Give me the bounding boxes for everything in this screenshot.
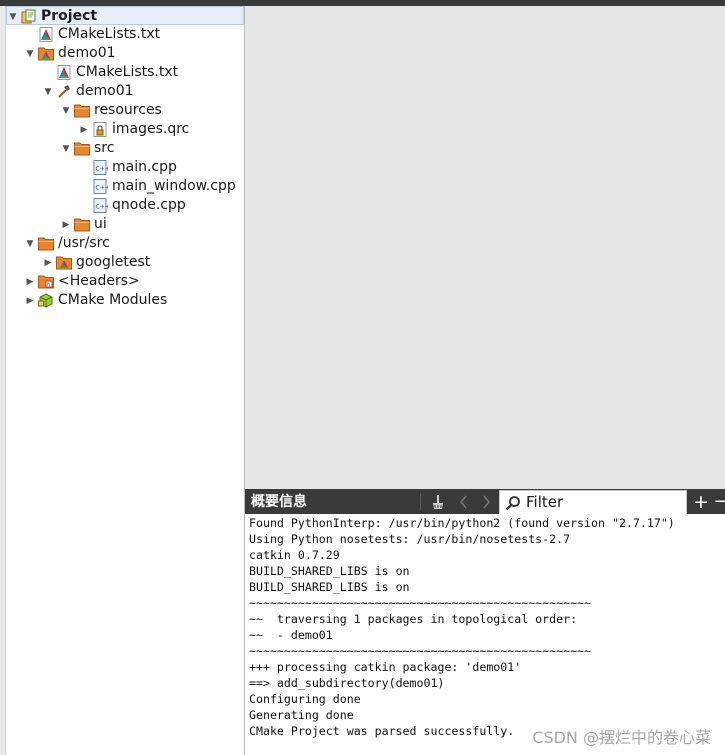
tree-item[interactable]: CMakeLists.txt <box>6 25 244 44</box>
tree-item[interactable]: ▼ demo01 <box>6 44 244 63</box>
tree-item[interactable]: ▼ Project <box>6 6 244 25</box>
expand-arrow-right-icon[interactable]: ▶ <box>60 215 72 234</box>
tree-item[interactable]: ▼ demo01 <box>6 82 244 101</box>
tree-item-label: <Headers> <box>58 273 140 289</box>
expand-arrow-down-icon[interactable]: ▼ <box>7 7 19 26</box>
output-line: Using Python nosetests: /usr/bin/nosetes… <box>249 532 571 546</box>
svg-text:h: h <box>47 282 50 288</box>
cmake-modules-icon <box>38 293 54 308</box>
pane-title: 概要信息 <box>251 494 307 510</box>
headers-folder-icon: h <box>38 274 54 289</box>
tree-item[interactable]: CMakeLists.txt <box>6 63 244 82</box>
toolbar-separator <box>420 493 421 510</box>
search-icon <box>505 495 521 515</box>
tree-item-label: CMakeLists.txt <box>76 64 179 80</box>
add-button[interactable]: + <box>690 489 712 514</box>
cmake-project-icon <box>38 46 54 61</box>
locked-resource-icon <box>92 122 108 137</box>
tree-item-label: ui <box>94 216 107 232</box>
tree-item-label: demo01 <box>58 45 116 61</box>
filter-input[interactable]: Filter <box>499 490 687 514</box>
output-line: Generating done <box>249 708 354 722</box>
output-line: Configuring done <box>249 692 361 706</box>
output-text-area[interactable]: Found PythonInterp: /usr/bin/python2 (fo… <box>249 515 725 755</box>
svg-text:C++: C++ <box>96 166 109 173</box>
cmake-project-icon <box>56 255 72 270</box>
tree-item-label: /usr/src <box>58 235 110 251</box>
previous-item-icon[interactable] <box>453 489 473 514</box>
hammer-icon <box>56 84 72 99</box>
watermark: CSDN @摆烂中的卷心菜 <box>532 728 711 747</box>
svg-text:C++: C++ <box>96 204 109 211</box>
tree-item[interactable]: ▶ images.qrc <box>6 120 244 139</box>
cpp-file-icon: C++ <box>92 198 110 213</box>
tree-item[interactable]: ▶ googletest <box>6 253 244 272</box>
expand-arrow-down-icon[interactable]: ▼ <box>60 101 72 120</box>
tree-item-label: qnode.cpp <box>112 197 186 213</box>
expand-arrow-down-icon[interactable]: ▼ <box>42 82 54 101</box>
expand-arrow-down-icon[interactable]: ▼ <box>24 234 36 253</box>
cpp-file-icon: C++ <box>92 160 110 175</box>
output-line: ~~~~~~~~~~~~~~~~~~~~~~~~~~~~~~~~~~~~~~~~… <box>249 596 592 610</box>
folder-icon <box>74 141 90 156</box>
expand-arrow-down-icon[interactable]: ▼ <box>60 139 72 158</box>
tree-item-label: demo01 <box>76 83 134 99</box>
general-messages-pane: 概要信息 Filter + − Found PythonInterp: /usr… <box>245 489 725 755</box>
expand-arrow-right-icon[interactable]: ▶ <box>24 272 36 291</box>
tree-item-label: Project <box>41 8 98 24</box>
clear-output-icon[interactable] <box>427 489 449 514</box>
output-line: ~~~~~~~~~~~~~~~~~~~~~~~~~~~~~~~~~~~~~~~~… <box>249 644 592 658</box>
output-line: ==> add_subdirectory(demo01) <box>249 676 445 690</box>
svg-text:C++: C++ <box>96 185 109 192</box>
project-tree: ▼ Project CMakeLists.txt ▼ demo01 CMakeLists.… <box>6 6 244 755</box>
tree-item-label: main.cpp <box>112 159 177 175</box>
expand-arrow-right-icon[interactable]: ▶ <box>42 253 54 272</box>
output-line: Found PythonInterp: /usr/bin/python2 (fo… <box>249 516 675 530</box>
folder-icon <box>74 103 90 118</box>
folder-icon <box>74 217 90 232</box>
next-item-icon[interactable] <box>476 489 496 514</box>
tree-item[interactable]: C++ main_window.cpp <box>6 177 244 196</box>
cpp-file-icon: C++ <box>92 179 110 194</box>
tree-item[interactable]: ▼ src <box>6 139 244 158</box>
tree-item[interactable]: C++ qnode.cpp <box>6 196 244 215</box>
output-line: BUILD_SHARED_LIBS is on <box>249 580 410 594</box>
tree-item-label: CMakeLists.txt <box>58 26 161 42</box>
tree-item-label: googletest <box>76 254 151 270</box>
expand-arrow-down-icon[interactable]: ▼ <box>24 44 36 63</box>
minimize-button[interactable]: − <box>713 489 725 514</box>
output-toolbar: 概要信息 Filter + − <box>245 489 725 514</box>
tree-item-label: src <box>94 140 115 156</box>
tree-item[interactable]: ▶ ui <box>6 215 244 234</box>
output-line: ~~ - demo01 <box>249 628 333 642</box>
tree-item-label: images.qrc <box>112 121 190 137</box>
output-line: BUILD_SHARED_LIBS is on <box>249 564 410 578</box>
tree-item[interactable]: C++ main.cpp <box>6 158 244 177</box>
cmake-file-icon <box>38 27 54 42</box>
tree-item[interactable]: ▶ h <Headers> <box>6 272 244 291</box>
expand-arrow-right-icon[interactable]: ▶ <box>78 120 90 139</box>
editor-area <box>245 6 725 489</box>
tree-item[interactable]: ▼ resources <box>6 101 244 120</box>
output-line: catkin 0.7.29 <box>249 548 340 562</box>
output-line: ~~ traversing 1 packages in topological … <box>249 612 578 626</box>
project-icon <box>21 9 37 24</box>
tree-item[interactable]: ▼ /usr/src <box>6 234 244 253</box>
filter-placeholder: Filter <box>526 493 564 511</box>
tree-item[interactable]: ▶ CMake Modules <box>6 291 244 310</box>
expand-arrow-right-icon[interactable]: ▶ <box>24 291 36 310</box>
folder-icon <box>38 236 54 251</box>
tree-item-label: resources <box>94 102 162 118</box>
tree-item-label: CMake Modules <box>58 292 168 308</box>
output-line: +++ processing catkin package: 'demo01' <box>249 660 522 674</box>
cmake-file-icon <box>56 65 72 80</box>
project-tree-pane: ▼ Project CMakeLists.txt ▼ demo01 CMakeLists.… <box>0 6 244 755</box>
tree-item-label: main_window.cpp <box>112 178 236 194</box>
